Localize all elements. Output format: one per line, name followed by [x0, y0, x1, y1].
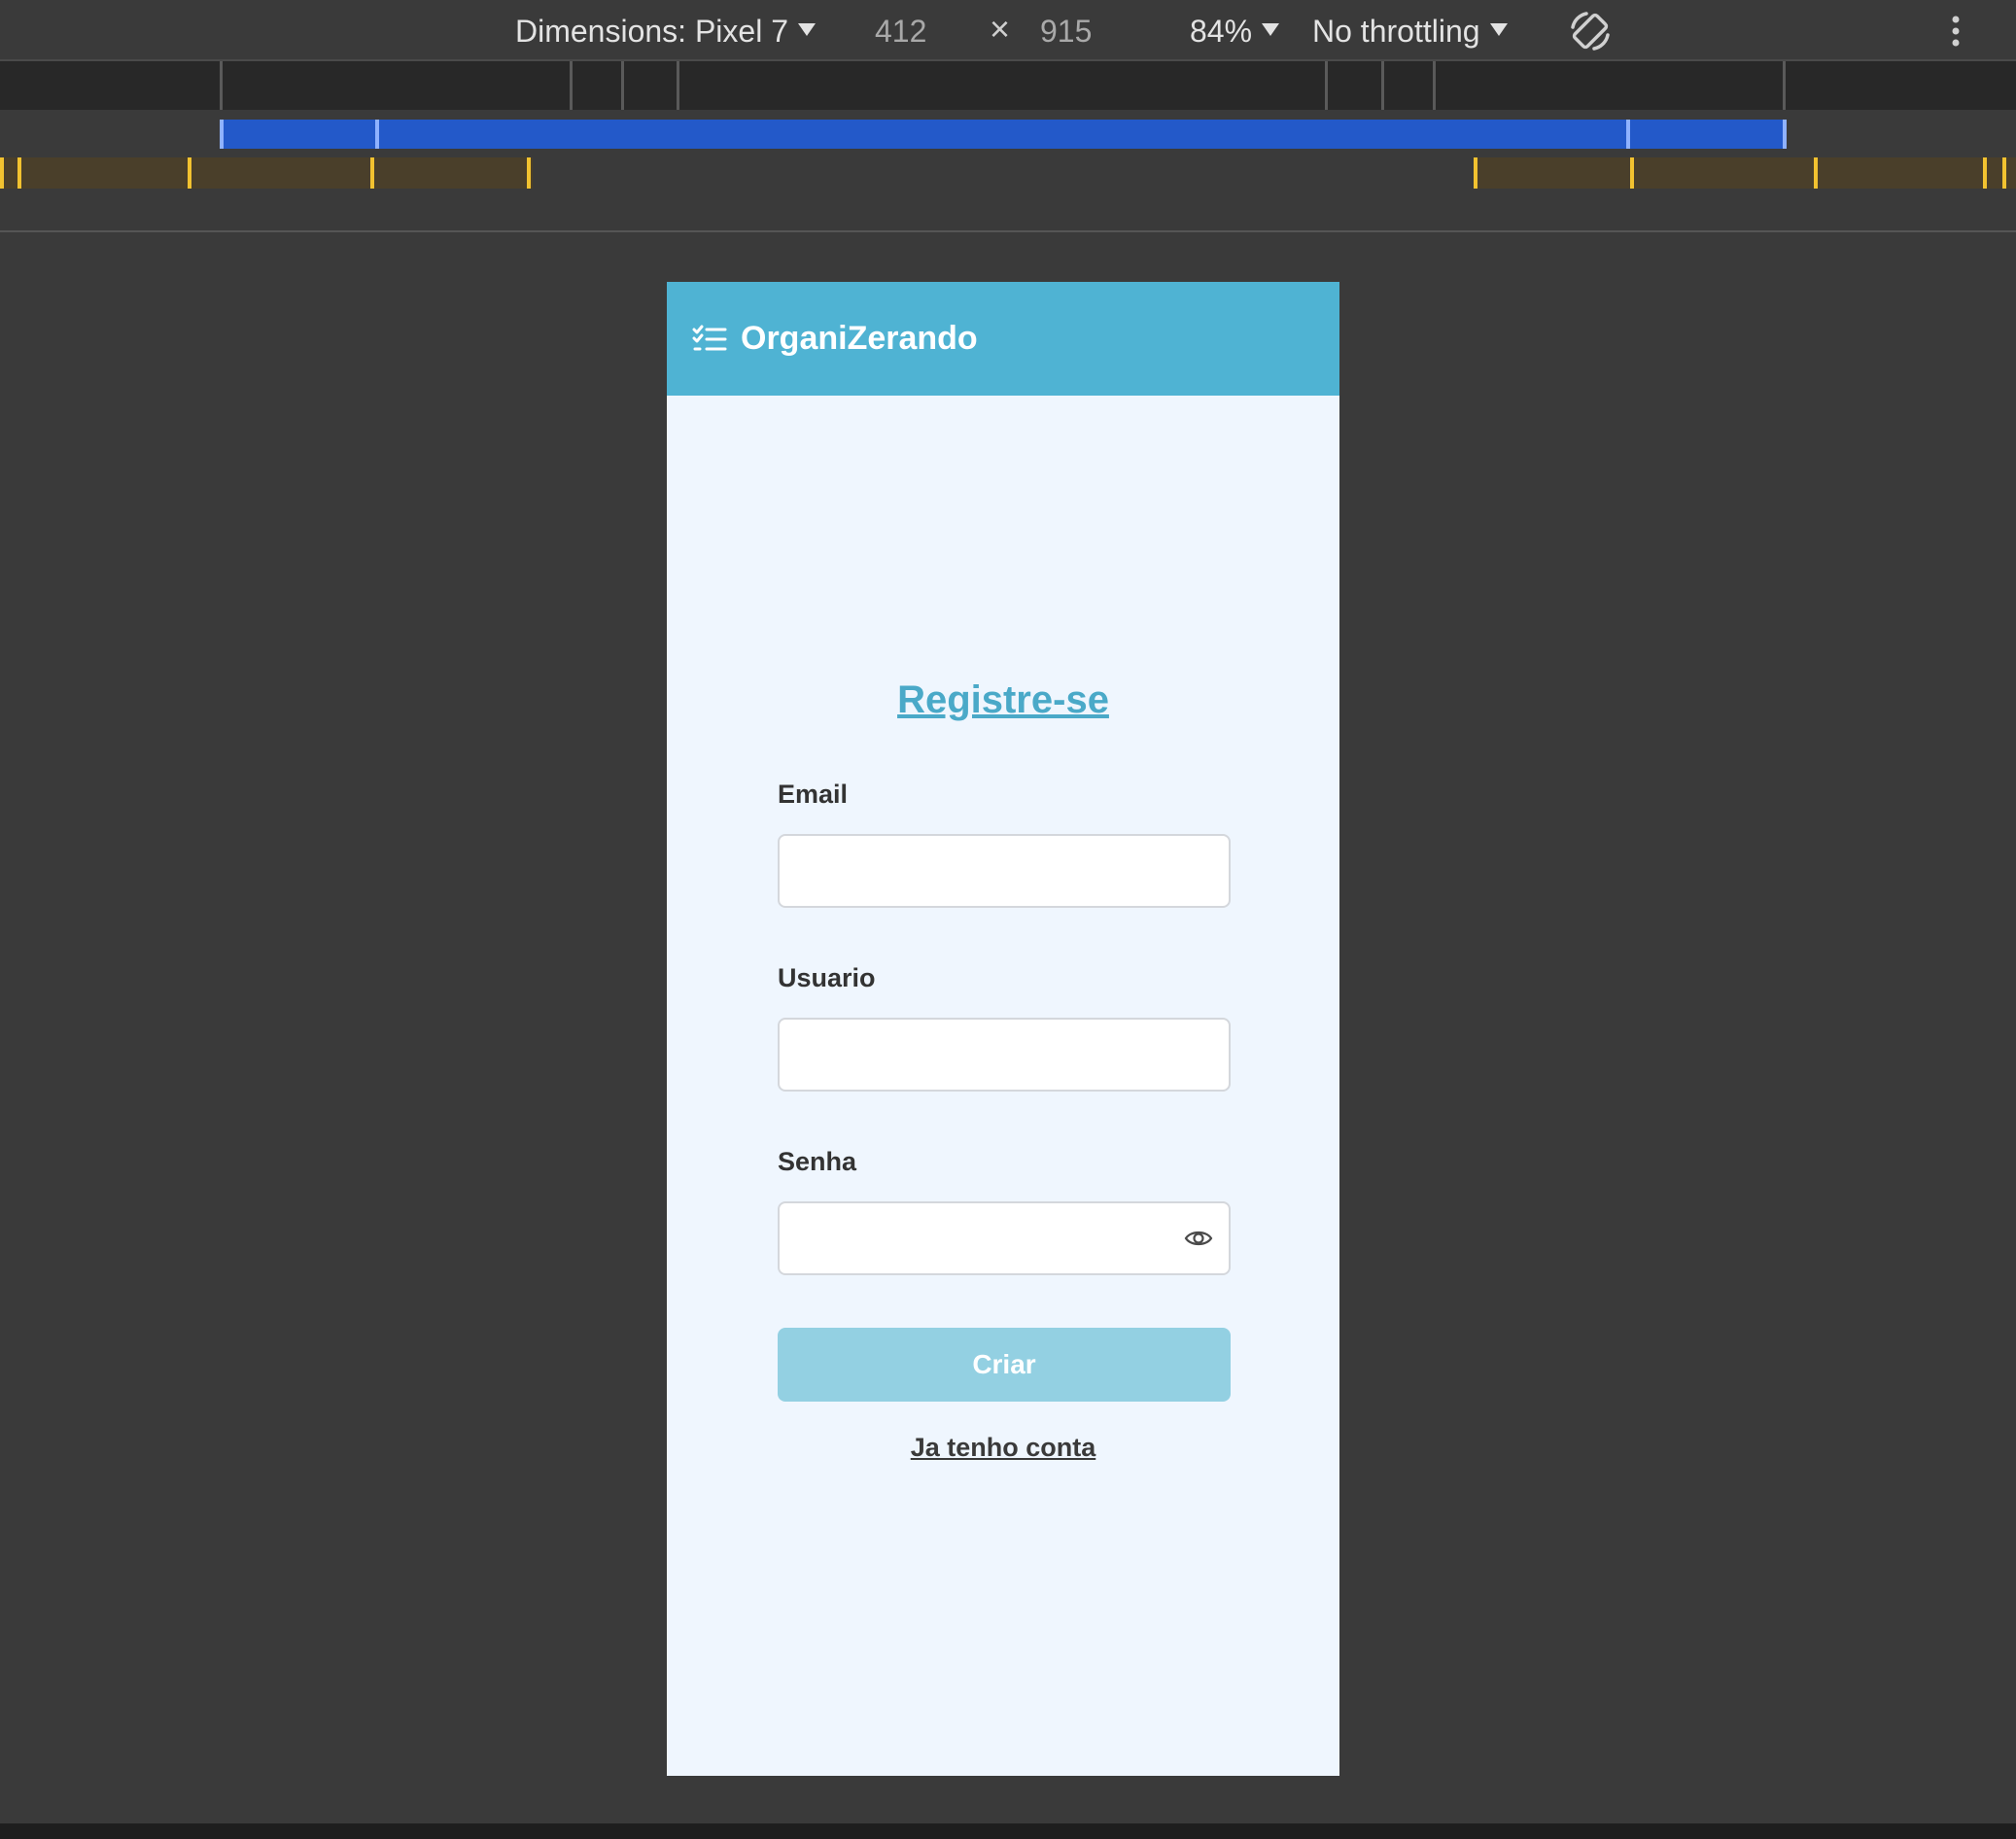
throttling-select-label: No throttling: [1312, 14, 1480, 49]
media-query-marker: [1983, 157, 1987, 189]
media-query-marker: [1630, 157, 1634, 189]
device-viewport: OrganiZerando Registre-se Email Usuario …: [667, 282, 1339, 1776]
media-query-marker: [370, 157, 374, 189]
media-query-range[interactable]: [1474, 157, 2016, 189]
register-heading[interactable]: Registre-se: [667, 678, 1339, 722]
ruler-tick: [1381, 61, 1384, 110]
ruler-tick: [621, 61, 624, 110]
media-query-range[interactable]: [220, 120, 1787, 149]
device-select-label: Dimensions: Pixel 7: [515, 14, 788, 49]
media-query-bar-max-width: [0, 110, 2016, 154]
already-have-account-link[interactable]: Ja tenho conta: [667, 1433, 1339, 1463]
username-field[interactable]: [778, 1018, 1231, 1092]
zoom-select-label: 84%: [1190, 14, 1253, 49]
checklist-icon: [692, 325, 727, 350]
rotate-icon[interactable]: [1567, 8, 1614, 54]
chevron-down-icon: [1489, 23, 1508, 36]
media-query-bar-min-width: [0, 154, 2016, 192]
ruler-tick: [570, 61, 573, 110]
email-label: Email: [778, 780, 849, 809]
media-query-marker: [1626, 120, 1630, 149]
email-field[interactable]: [778, 834, 1231, 908]
ruler-tick: [1433, 61, 1436, 110]
device-select[interactable]: Dimensions: Pixel 7: [515, 12, 816, 51]
app-title[interactable]: OrganiZerando: [741, 320, 978, 358]
ruler-tick: [677, 61, 679, 110]
username-label: Usuario: [778, 963, 876, 992]
device-ruler: [0, 61, 2016, 110]
height-input[interactable]: [1040, 12, 1118, 51]
width-input[interactable]: [875, 12, 953, 51]
create-account-button[interactable]: Criar: [778, 1328, 1231, 1402]
media-query-marker: [375, 120, 379, 149]
chevron-down-icon: [1262, 23, 1280, 36]
throttling-select[interactable]: No throttling: [1312, 12, 1508, 51]
app-header: OrganiZerando: [667, 282, 1339, 396]
media-query-marker: [1474, 157, 1477, 189]
eye-icon[interactable]: [1184, 1227, 1213, 1250]
password-label: Senha: [778, 1147, 857, 1176]
media-query-range[interactable]: [0, 157, 533, 189]
media-query-marker: [17, 157, 21, 189]
media-query-marker: [220, 120, 224, 149]
dimension-separator: ×: [990, 9, 1011, 49]
chevron-down-icon: [798, 23, 816, 36]
devtools-device-toolbar: Dimensions: Pixel 7 × 84% No throttling: [0, 0, 2016, 61]
ruler-tick: [220, 61, 223, 110]
password-field[interactable]: [778, 1201, 1231, 1275]
media-query-marker: [527, 157, 531, 189]
zoom-select[interactable]: 84%: [1190, 12, 1280, 51]
media-query-marker: [2002, 157, 2006, 189]
window-bottom-edge: [0, 1823, 2016, 1839]
ruler-tick: [1325, 61, 1328, 110]
media-query-marker: [0, 157, 4, 189]
media-query-marker: [1783, 120, 1787, 149]
media-query-marker: [1814, 157, 1818, 189]
more-vertical-icon[interactable]: [1944, 12, 1967, 51]
ruler-tick: [1783, 61, 1786, 110]
media-query-marker: [188, 157, 191, 189]
ruler-divider: [0, 230, 2016, 232]
